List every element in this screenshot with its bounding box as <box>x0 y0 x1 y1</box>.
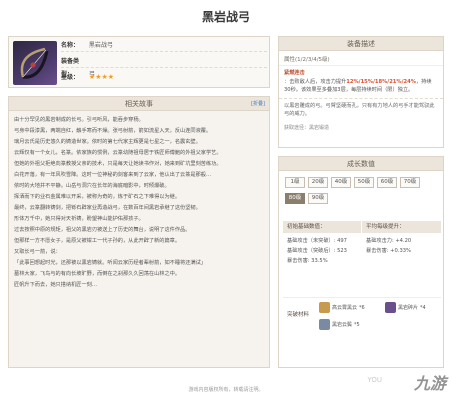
story-paragraph: 弓身中段漆黑，两端自红，触手寒而不燥。张弓射箭，箭如流星入天，反山连同液覆。 <box>14 128 212 134</box>
story-paragraph: 由十分罕见的黑岩制成的长弓。引弓听风，能吞步穿杨。 <box>14 117 144 123</box>
info-row-type: 装备类型： 弓 <box>61 55 267 78</box>
story-paragraph: 最终，云篆翻转铸剑，把铄石辟家业再造战弓，在数百年间黑岩承继了这份坚韧。 <box>14 205 201 211</box>
bow-icon <box>20 47 49 79</box>
level-tabs-row1: 1级 20级 40级 50级 60级 70级 <box>285 177 420 188</box>
skill-source: 获取途径：黑岩锻造 <box>284 124 330 131</box>
level-tabs-row2: 80级 90级 <box>285 193 328 204</box>
skill-panel: 装备描述 属性(1/2/3/4/5级) 紧燃连击 ：击败敌人后，攻击力提升12%… <box>278 36 444 148</box>
per-level-header: 平均每级提升： <box>362 221 441 233</box>
stat-line: 基础攻击（未突破）: 497 <box>287 238 347 244</box>
level-tab[interactable]: 50级 <box>354 177 374 188</box>
weapon-image <box>13 41 57 85</box>
name-value: 黑岩战弓 <box>88 42 113 49</box>
story-paragraph: 依时的大地并不平静。山岳与洞穴在长年的海底暗影中，时倾爆破。 <box>14 183 170 189</box>
skill-values: 12%/15%/18%/21%/24% <box>346 78 416 85</box>
material-icon <box>319 302 330 313</box>
level-tab[interactable]: 90级 <box>308 193 328 204</box>
material-count: *5 <box>354 321 360 328</box>
materials-label: 突破材料 <box>287 312 310 318</box>
level-tab[interactable]: 40级 <box>331 177 351 188</box>
info-row-rank: 星级： ★★★★ <box>61 71 267 84</box>
material-count: *4 <box>420 304 426 311</box>
story-paragraph: 但那样一方不愿女子，是原父被钳工一代子孙的，从此开辟了新的篇章。 <box>14 238 181 244</box>
story-paragraph: 璃月云氏是历史悠久的铸造世家。依时的第七代家主辉更是七星之一，名震玄壁。 <box>14 139 201 145</box>
page-title: 黑岩战弓 <box>201 10 250 24</box>
skill-line1: ：击败敌人后，攻击力提升 <box>284 78 347 85</box>
level-tab[interactable]: 60级 <box>377 177 397 188</box>
material-name: 黑岩云鬓 <box>332 322 353 328</box>
stat-line: 暴击伤害: +0.33% <box>366 248 411 254</box>
material-item[interactable]: 黑岩云鬓 *5 <box>319 319 360 330</box>
story-paragraph: 墓林大家，飞鸟与的有向长坡旷野，而倒在之刹那久久回荡在山林之中。 <box>14 271 181 277</box>
story-paragraph: 又取长弓一箭，说： <box>14 249 61 255</box>
level-tab[interactable]: 20级 <box>308 177 328 188</box>
level-tab[interactable]: 1级 <box>285 177 305 188</box>
initial-stats-list: 基础攻击（未突破）: 497 基础攻击（突破后）: 523 暴击伤害: 33.5% <box>283 236 362 266</box>
initial-stats-header: 初始基础数值： <box>283 221 362 233</box>
story-title: 相关故事 <box>125 100 153 108</box>
story-body: 由十分罕见的黑岩制成的长弓。引弓听风，能吞步穿杨。弓身中段漆黑，两端自红，触手寒… <box>9 111 269 295</box>
materials-section: 突破材料 高云霄黑云 *6 黑岩碎片 *4 黑岩云鬓 *5 <box>283 297 441 335</box>
level-tab[interactable]: 70级 <box>400 177 420 188</box>
story-paragraph: 「此事回想起时光，还那被以黑岩铸就。听闻云家历经者辈射箭，如不睡将还满试」 <box>14 260 206 266</box>
story-paragraph: 挥洒而下的业石金属难以开采，被称为奇的，炼于矿石之下难得以为继。 <box>14 194 181 200</box>
story-paragraph: 但她的外祖父拒绝向篆教授父亲的技术，只是每天让她读书作对，她来到矿坑里刻苦练功。 <box>14 161 222 167</box>
story-paragraph: 形体万千中，她只得对天祈祷，盼望神山能护佑那孩子。 <box>14 216 144 222</box>
star-rating: ★★★★ <box>88 73 115 81</box>
growth-header: 成长数值 <box>279 157 443 171</box>
info-row-name: 名称： 黑岩战弓 <box>61 39 267 52</box>
rank-key: 星级： <box>61 74 80 81</box>
stat-line: 基础攻击（突破后）: 523 <box>287 248 347 254</box>
stat-line: 暴击伤害: 33.5% <box>287 258 328 264</box>
material-name: 高云霄黑云 <box>332 305 358 311</box>
story-paragraph: 白花开落，有一年风吹雪降。这时一位神秘的剑客来到了云家，他认出了云篆是那般… <box>14 172 212 178</box>
material-icon <box>319 319 330 330</box>
skill-subtitle: 属性(1/2/3/4/5级) <box>279 51 443 66</box>
story-paragraph: 过去按照中原的规矩，祖父的黑岩刃被送上了历史的舞台，说明了这件作品。 <box>14 227 191 233</box>
material-item[interactable]: 高云霄黑云 *6 <box>319 302 365 313</box>
collapse-toggle[interactable]: [折叠] <box>251 97 265 111</box>
story-panel: 相关故事 [折叠] 由十分罕见的黑岩制成的长弓。引弓听风，能吞步穿杨。弓身中段漆… <box>8 96 270 368</box>
material-icon <box>385 302 396 313</box>
skill-name: 紧燃连击 <box>284 70 305 76</box>
material-count: *6 <box>359 304 365 311</box>
watermark-text-small: YOU <box>367 376 382 384</box>
story-paragraph: 匠帆升下而去，她只搭纳机匠一刻… <box>14 282 98 288</box>
material-item[interactable]: 黑岩碎片 *4 <box>385 302 426 313</box>
weapon-info-card: 名称： 黑岩战弓 装备类型： 弓 星级： ★★★★ <box>8 36 270 88</box>
page-footer: 游戏内容版权所有，转载请注明。 <box>188 387 264 393</box>
watermark-logo: 九游 <box>413 374 446 393</box>
skill-flavor: 以黑岩雕成的弓。弓臂坚硬而孔，只有有力地人的弓手才能驾驭此弓的威力。 <box>279 97 443 122</box>
skill-text: 紧燃连击 ：击败敌人后，攻击力提升12%/15%/18%/21%/24%，持续3… <box>279 66 443 98</box>
stat-line: 基础攻击力: +4.20 <box>366 238 412 244</box>
stats-grid: 初始基础数值： 平均每级提升： 基础攻击（未突破）: 497 基础攻击（突破后）:… <box>283 221 441 266</box>
story-paragraph: 云辉仅有一个女儿，名篆。依家族的惯例，云篆幼随祖母居于铁匠师傅鲍的外祖父家学艺。 <box>14 150 222 156</box>
material-name: 黑岩碎片 <box>398 305 419 311</box>
per-level-stats-list: 基础攻击力: +4.20 暴击伤害: +0.33% <box>362 236 441 266</box>
story-header: 相关故事 [折叠] <box>9 97 269 111</box>
level-tab[interactable]: 80级 <box>285 193 305 204</box>
name-key: 名称： <box>61 42 80 49</box>
growth-panel: 成长数值 1级 20级 40级 50级 60级 70级 80级 90级 初始基础数值： 平均… <box>278 156 444 368</box>
skill-header: 装备描述 <box>279 37 443 51</box>
